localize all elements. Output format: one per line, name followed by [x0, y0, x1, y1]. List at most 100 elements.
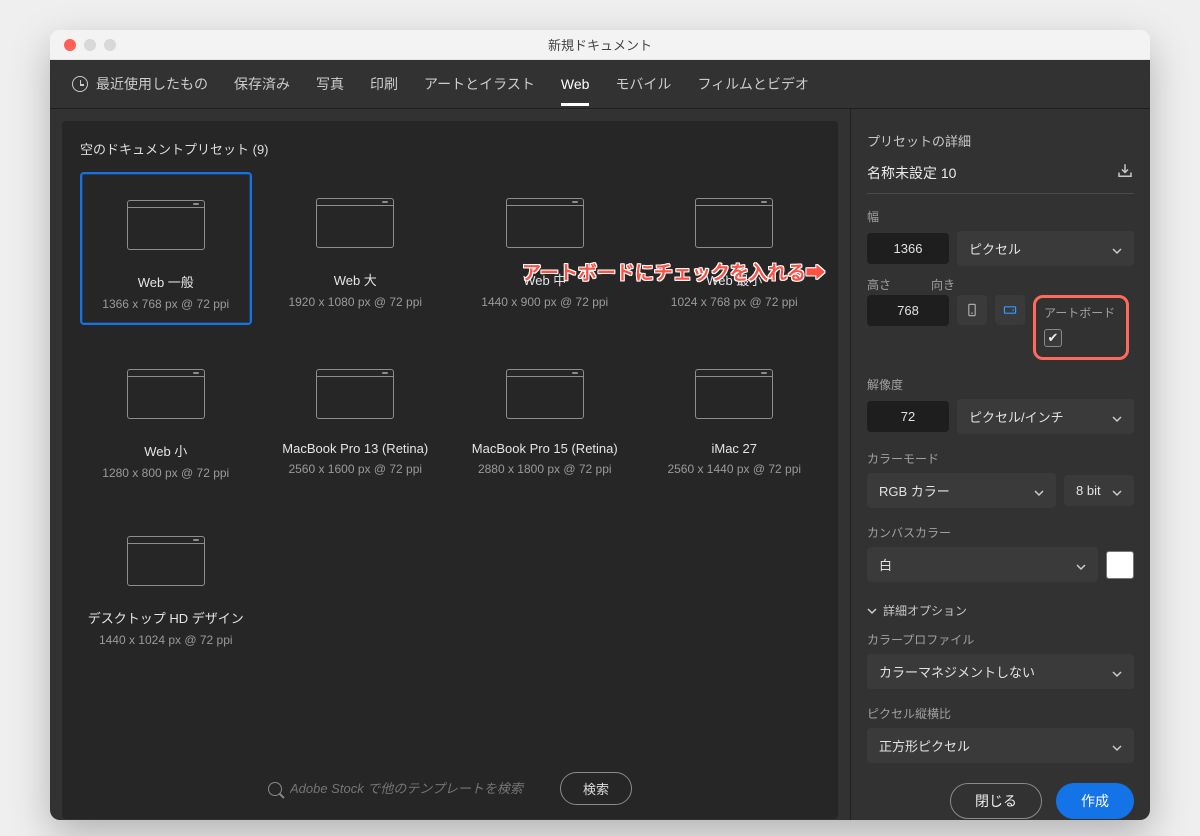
- stock-search-field[interactable]: [268, 781, 550, 796]
- tab-web[interactable]: Web: [561, 76, 590, 106]
- preset-thumb-icon: [127, 369, 205, 419]
- preset-thumb-icon: [506, 198, 584, 248]
- preset-card-web-medium[interactable]: Web 中 1440 x 900 px @ 72 ppi: [459, 172, 631, 325]
- stock-search-button[interactable]: 検索: [560, 772, 632, 805]
- preset-thumb-icon: [316, 198, 394, 248]
- preset-thumb-icon: [506, 369, 584, 419]
- preset-name: Web 最小: [706, 270, 762, 289]
- canvas-color-label: カンバスカラー: [867, 524, 1134, 541]
- canvas-color-swatch[interactable]: [1106, 551, 1134, 579]
- preset-sub: 1024 x 768 px @ 72 ppi: [671, 295, 798, 309]
- stock-search-input[interactable]: [290, 781, 550, 796]
- pixel-aspect-select[interactable]: 正方形ピクセル: [867, 728, 1134, 763]
- preset-thumb-icon: [695, 198, 773, 248]
- preset-name: MacBook Pro 15 (Retina): [472, 441, 618, 456]
- chevron-down-icon: [1112, 244, 1122, 254]
- height-input[interactable]: [867, 295, 949, 326]
- preset-grid: Web 一般 1366 x 768 px @ 72 ppi Web 大 1920…: [80, 172, 820, 659]
- details-heading: プリセットの詳細: [867, 131, 1134, 150]
- preset-name: デスクトップ HD デザイン: [88, 608, 244, 627]
- width-label: 幅: [867, 208, 1134, 225]
- chevron-down-icon: [1112, 741, 1122, 751]
- preset-card-web-common[interactable]: Web 一般 1366 x 768 px @ 72 ppi: [80, 172, 252, 325]
- save-preset-icon[interactable]: [1116, 162, 1134, 183]
- chevron-down-icon: [1112, 486, 1122, 496]
- color-profile-value: カラーマネジメントしない: [879, 662, 1035, 681]
- create-button[interactable]: 作成: [1056, 783, 1134, 819]
- tab-photo[interactable]: 写真: [316, 74, 344, 108]
- document-name-input[interactable]: 名称未設定 10: [867, 163, 956, 183]
- orientation-landscape-button[interactable]: [995, 295, 1025, 325]
- preset-name: Web 中: [523, 270, 566, 289]
- preset-name: MacBook Pro 13 (Retina): [282, 441, 428, 456]
- colormode-value: RGB カラー: [879, 481, 950, 500]
- units-value: ピクセル: [969, 239, 1021, 258]
- resolution-label: 解像度: [867, 376, 1134, 393]
- preset-card-mbp15[interactable]: MacBook Pro 15 (Retina) 2880 x 1800 px @…: [459, 343, 631, 492]
- preset-thumb-icon: [695, 369, 773, 419]
- resolution-units-select[interactable]: ピクセル/インチ: [957, 399, 1134, 434]
- preset-thumb-icon: [127, 536, 205, 586]
- width-input[interactable]: [867, 233, 949, 264]
- preset-sub: 2560 x 1440 px @ 72 ppi: [667, 462, 801, 476]
- preset-card-web-min[interactable]: Web 最小 1024 x 768 px @ 72 ppi: [649, 172, 821, 325]
- preset-card-mbp13[interactable]: MacBook Pro 13 (Retina) 2560 x 1600 px @…: [270, 343, 442, 492]
- preset-card-desktop-hd[interactable]: デスクトップ HD デザイン 1440 x 1024 px @ 72 ppi: [80, 510, 252, 659]
- app-body: 最近使用したもの 保存済み 写真 印刷 アートとイラスト Web モバイル フィ…: [50, 60, 1150, 820]
- preset-sub: 2560 x 1600 px @ 72 ppi: [288, 462, 422, 476]
- colormode-select[interactable]: RGB カラー: [867, 473, 1056, 508]
- chevron-down-icon: [1034, 486, 1044, 496]
- preset-name: iMac 27: [711, 441, 757, 456]
- tab-saved[interactable]: 保存済み: [234, 74, 290, 108]
- preset-card-web-large[interactable]: Web 大 1920 x 1080 px @ 72 ppi: [270, 172, 442, 325]
- category-tabs: 最近使用したもの 保存済み 写真 印刷 アートとイラスト Web モバイル フィ…: [50, 60, 1150, 109]
- canvas-color-value: 白: [879, 555, 892, 574]
- stock-search-bar: 検索: [80, 758, 820, 805]
- tab-art[interactable]: アートとイラスト: [424, 74, 535, 108]
- preset-sub: 1920 x 1080 px @ 72 ppi: [288, 295, 422, 309]
- search-icon: [268, 782, 282, 796]
- tab-mobile[interactable]: モバイル: [615, 74, 671, 108]
- orientation-portrait-button[interactable]: [957, 295, 987, 325]
- preset-sub: 1280 x 800 px @ 72 ppi: [102, 466, 229, 480]
- color-profile-label: カラープロファイル: [867, 631, 1134, 648]
- colormode-label: カラーモード: [867, 450, 1134, 467]
- preset-sub: 1440 x 1024 px @ 72 ppi: [99, 633, 233, 647]
- presets-heading: 空のドキュメントプリセット (9): [80, 139, 820, 158]
- dialog-footer: 閉じる 作成: [867, 773, 1134, 819]
- height-label: 高さ: [867, 276, 891, 293]
- clock-icon: [72, 76, 88, 92]
- titlebar: 新規ドキュメント: [50, 30, 1150, 60]
- orientation-label: 向き: [931, 276, 955, 293]
- tab-recent[interactable]: 最近使用したもの: [72, 74, 208, 108]
- mac-window: 新規ドキュメント 最近使用したもの 保存済み 写真 印刷 アートとイラスト We…: [50, 30, 1150, 820]
- resolution-input[interactable]: [867, 401, 949, 432]
- preset-card-imac27[interactable]: iMac 27 2560 x 1440 px @ 72 ppi: [649, 343, 821, 492]
- dialog-body: 空のドキュメントプリセット (9) Web 一般 1366 x 768 px @…: [50, 109, 1150, 820]
- preset-thumb-icon: [316, 369, 394, 419]
- tab-print[interactable]: 印刷: [370, 74, 398, 108]
- artboard-label: アートボード: [1044, 304, 1115, 321]
- preset-card-web-small[interactable]: Web 小 1280 x 800 px @ 72 ppi: [80, 343, 252, 492]
- tab-film[interactable]: フィルムとビデオ: [697, 74, 808, 108]
- advanced-options-toggle[interactable]: 詳細オプション: [867, 602, 1134, 619]
- bitdepth-value: 8 bit: [1076, 483, 1101, 498]
- preset-name: Web 一般: [138, 272, 194, 291]
- bitdepth-select[interactable]: 8 bit: [1064, 475, 1134, 506]
- preset-sub: 2880 x 1800 px @ 72 ppi: [478, 462, 612, 476]
- preset-details-panel: プリセットの詳細 名称未設定 10 幅 ピクセル 高さ: [850, 109, 1150, 820]
- canvas-color-select[interactable]: 白: [867, 547, 1098, 582]
- preset-name: Web 小: [144, 441, 187, 460]
- document-name-row: 名称未設定 10: [867, 162, 1134, 194]
- pixel-aspect-label: ピクセル縦横比: [867, 705, 1134, 722]
- resolution-units-value: ピクセル/インチ: [969, 407, 1064, 426]
- chevron-down-icon: [1112, 412, 1122, 422]
- chevron-down-icon: [1112, 667, 1122, 677]
- preset-panel: 空のドキュメントプリセット (9) Web 一般 1366 x 768 px @…: [62, 121, 838, 819]
- preset-sub: 1366 x 768 px @ 72 ppi: [102, 297, 229, 311]
- close-button[interactable]: 閉じる: [950, 783, 1042, 819]
- color-profile-select[interactable]: カラーマネジメントしない: [867, 654, 1134, 689]
- preset-thumb-icon: [127, 200, 205, 250]
- artboard-checkbox[interactable]: ✔: [1044, 329, 1062, 347]
- units-select[interactable]: ピクセル: [957, 231, 1134, 266]
